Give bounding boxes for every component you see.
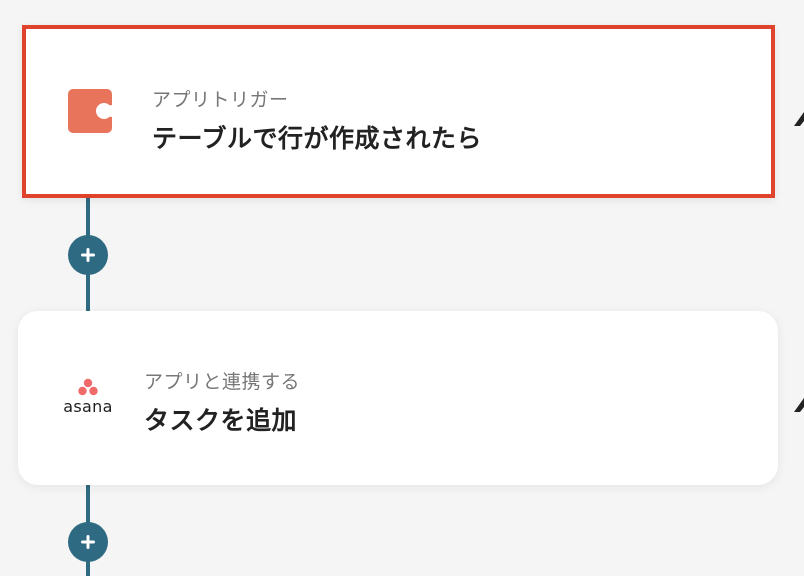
- asana-logo-icon: asana: [58, 377, 118, 419]
- trigger-step-card[interactable]: アプリトリガー テーブルで行が作成されたら: [22, 25, 775, 198]
- chevron-icon: [794, 112, 804, 126]
- add-step-button[interactable]: [68, 235, 108, 275]
- plus-icon: [81, 248, 95, 262]
- action-step-card[interactable]: asana アプリと連携する タスクを追加: [18, 311, 778, 485]
- trigger-step-caption: アプリトリガー: [152, 89, 289, 111]
- action-step-title: タスクを追加: [144, 406, 298, 435]
- action-step-caption: アプリと連携する: [144, 371, 301, 393]
- add-step-button[interactable]: [68, 522, 108, 562]
- plus-icon: [81, 535, 95, 549]
- asana-wordmark: asana: [63, 397, 113, 416]
- coda-app-icon: [68, 89, 112, 133]
- chevron-icon: [794, 398, 804, 412]
- trigger-step-title: テーブルで行が作成されたら: [152, 124, 483, 153]
